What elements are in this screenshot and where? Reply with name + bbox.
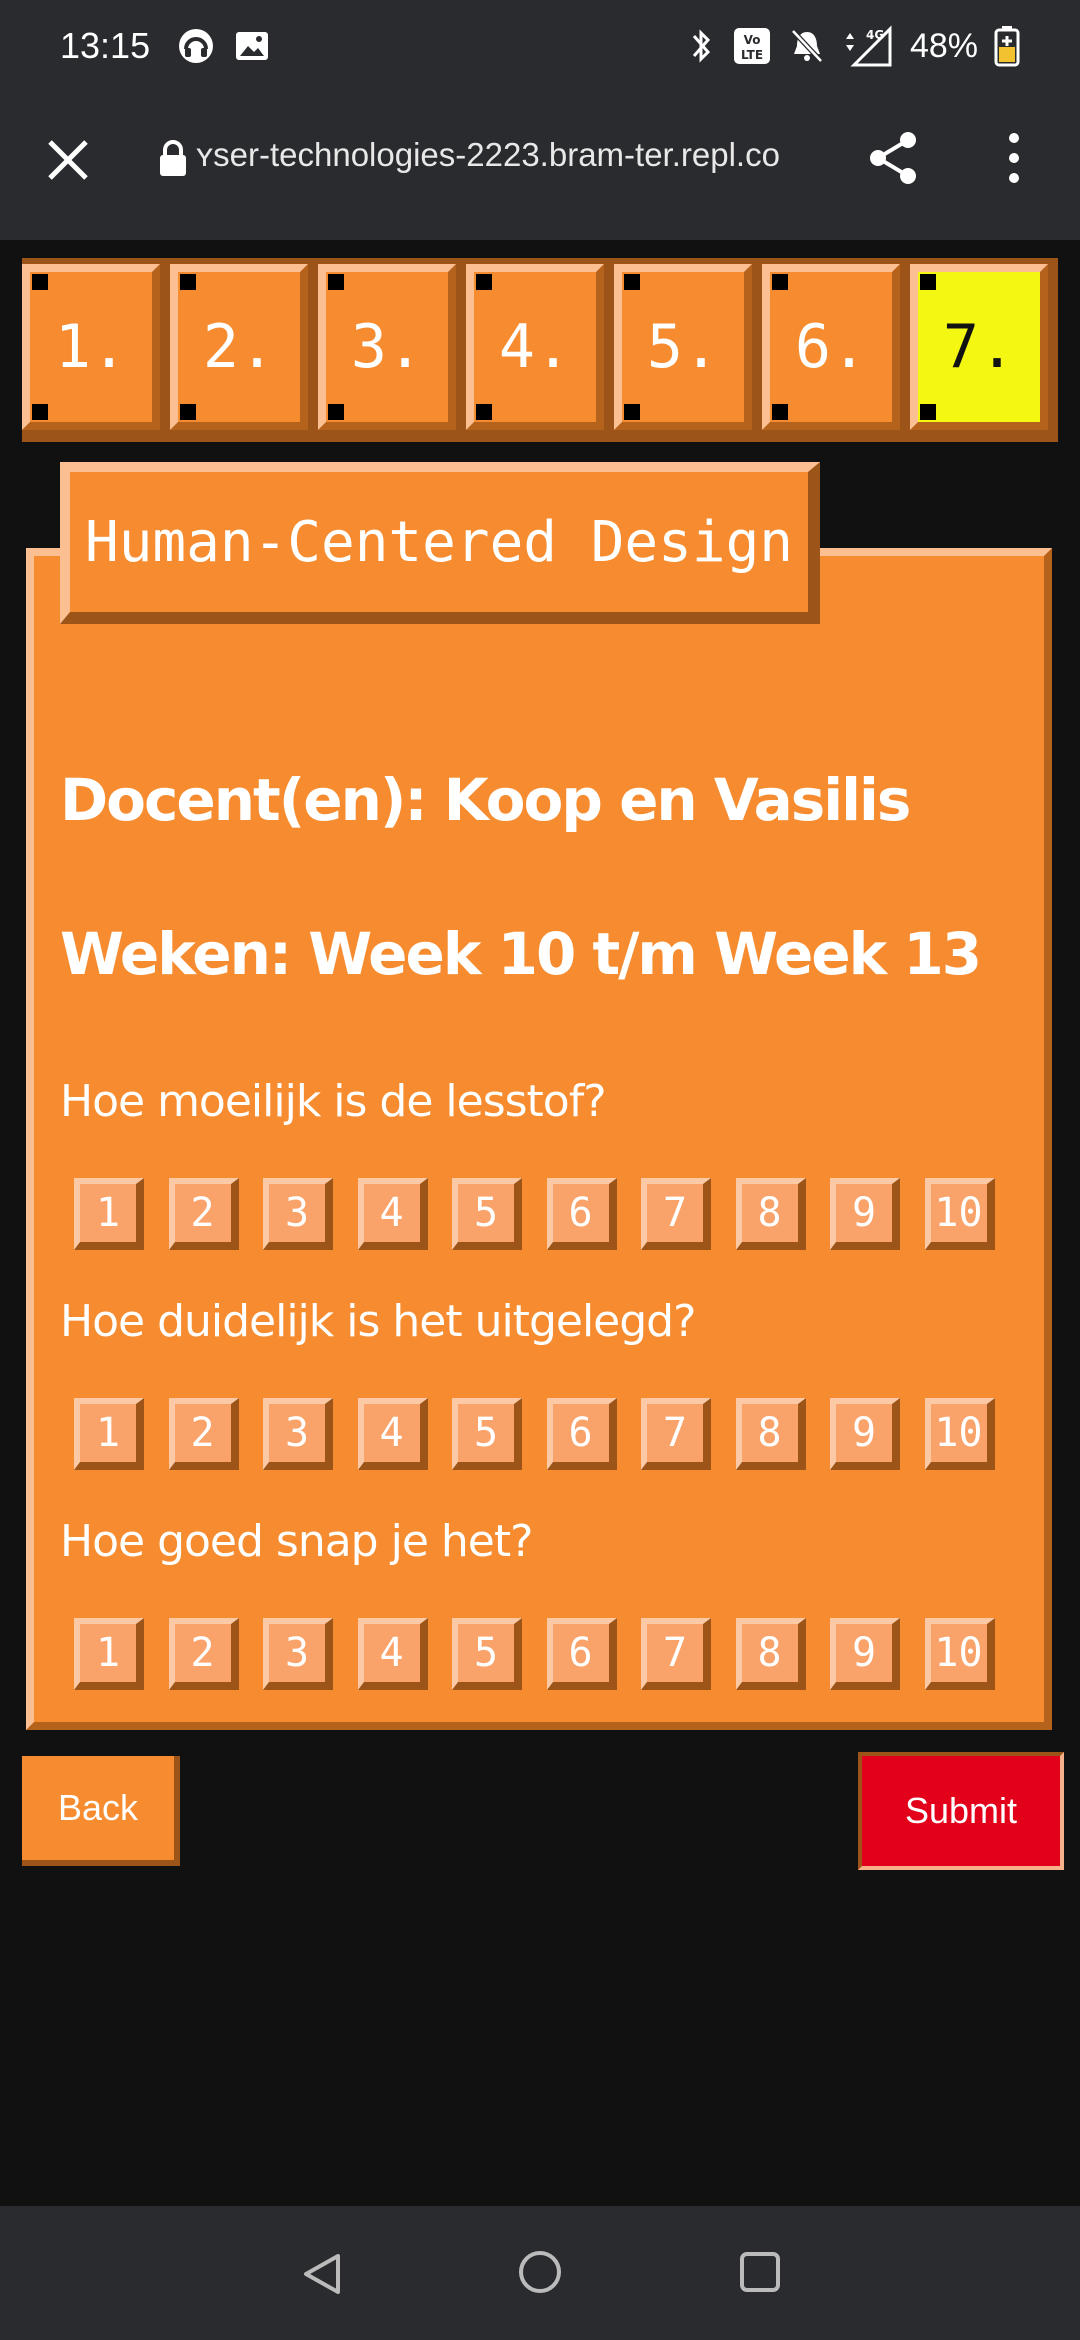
rating-button[interactable]: 9 [830,1178,900,1250]
step-label: 6. [794,312,868,382]
share-icon[interactable] [864,128,924,188]
rating-button[interactable]: 1 [74,1178,144,1250]
rating-scale-1: 1 2 3 4 5 6 7 8 9 10 [74,1178,1010,1250]
rating-button[interactable]: 1 [74,1618,144,1690]
rating-button[interactable]: 6 [546,1178,617,1250]
rating-button[interactable]: 10 [924,1178,995,1250]
signal-icon: 4G [845,25,892,67]
rating-button[interactable]: 7 [641,1398,711,1470]
rating-scale-3: 1 2 3 4 5 6 7 8 9 10 [74,1618,1010,1690]
status-bar: 13:15 Vo LTE 4G 48% [0,0,1080,92]
browser-bar: ʏser-technologies-2223.bram-ter.repl.co [0,92,1080,240]
step-tab-1[interactable]: 1. [22,264,160,430]
status-time: 13:15 [60,25,151,66]
nav-home-icon[interactable] [516,2248,564,2296]
corner-dot [476,404,492,420]
card-title: Human-Centered Design [60,462,820,624]
rating-button[interactable]: 10 [924,1398,995,1470]
mute-icon [791,29,823,63]
weeks-heading: Weken: Week 10 t/m Week 13 [60,920,982,988]
svg-text:Vo: Vo [744,33,761,47]
step-label: 2. [202,312,276,382]
rating-button[interactable]: 3 [263,1178,333,1250]
rating-button[interactable]: 8 [735,1398,806,1470]
bluetooth-icon [692,29,710,63]
rating-button[interactable]: 4 [357,1618,428,1690]
volte-icon: Vo LTE [733,28,770,64]
rating-button[interactable]: 5 [452,1178,522,1250]
rating-button[interactable]: 10 [924,1618,995,1690]
lock-icon [160,140,186,176]
corner-dot [32,274,48,290]
rating-button[interactable]: 3 [263,1398,333,1470]
rating-button[interactable]: 7 [641,1178,711,1250]
step-tab-3[interactable]: 3. [318,264,456,430]
battery-percent: 48% [909,26,978,65]
step-label: 7. [942,312,1016,382]
step-tab-6[interactable]: 6. [762,264,900,430]
rating-button[interactable]: 6 [546,1398,617,1470]
corner-dot [328,274,344,290]
step-tabs: 1. 2. 3. 4. 5. 6. 7. [22,258,1058,442]
rating-button[interactable]: 8 [735,1618,806,1690]
rating-button[interactable]: 3 [263,1618,333,1690]
corner-dot [772,404,788,420]
corner-dot [328,404,344,420]
rating-button[interactable]: 4 [357,1398,428,1470]
corner-dot [920,274,936,290]
nav-back-icon[interactable] [298,2250,346,2298]
image-icon [236,32,269,60]
corner-dot [180,404,196,420]
headset-icon [179,29,214,63]
corner-dot [32,404,48,420]
step-label: 4. [498,312,572,382]
teacher-heading: Docent(en): Koop en Vasilis [60,766,911,834]
rating-button[interactable]: 2 [168,1618,239,1690]
corner-dot [772,274,788,290]
rating-button[interactable]: 2 [168,1178,239,1250]
rating-scale-2: 1 2 3 4 5 6 7 8 9 10 [74,1398,1010,1470]
corner-dot [624,274,640,290]
url-text[interactable]: ʏser-technologies-2223.bram-ter.repl.co [196,136,816,174]
step-tab-7[interactable]: 7. [910,264,1048,430]
rating-button[interactable]: 5 [452,1398,522,1470]
rating-button[interactable]: 9 [830,1618,900,1690]
rating-button[interactable]: 5 [452,1618,522,1690]
rating-button[interactable]: 4 [357,1178,428,1250]
svg-text:LTE: LTE [741,48,763,62]
question-2: Hoe duidelijk is het uitgelegd? [60,1296,696,1347]
system-nav-bar [0,2206,1080,2340]
step-label: 5. [646,312,720,382]
corner-dot [180,274,196,290]
svg-text:4G: 4G [866,28,884,42]
rating-button[interactable]: 7 [641,1618,711,1690]
nav-recents-icon[interactable] [738,2250,782,2294]
more-menu-icon[interactable] [998,128,1030,188]
rating-button[interactable]: 6 [546,1618,617,1690]
close-icon[interactable] [40,132,96,188]
step-tab-2[interactable]: 2. [170,264,308,430]
rating-button[interactable]: 9 [830,1398,900,1470]
step-tab-5[interactable]: 5. [614,264,752,430]
corner-dot [476,274,492,290]
submit-button[interactable]: Submit [858,1752,1064,1870]
corner-dot [624,404,640,420]
step-label: 3. [350,312,424,382]
rating-button[interactable]: 1 [74,1398,144,1470]
rating-button[interactable]: 2 [168,1398,239,1470]
step-tab-4[interactable]: 4. [466,264,604,430]
question-3: Hoe goed snap je het? [60,1516,533,1567]
rating-button[interactable]: 8 [735,1178,806,1250]
question-1: Hoe moeilijk is de lesstof? [60,1076,607,1127]
battery-icon [994,26,1020,67]
step-label: 1. [54,312,128,382]
back-button[interactable]: Back [22,1756,180,1866]
corner-dot [920,404,936,420]
